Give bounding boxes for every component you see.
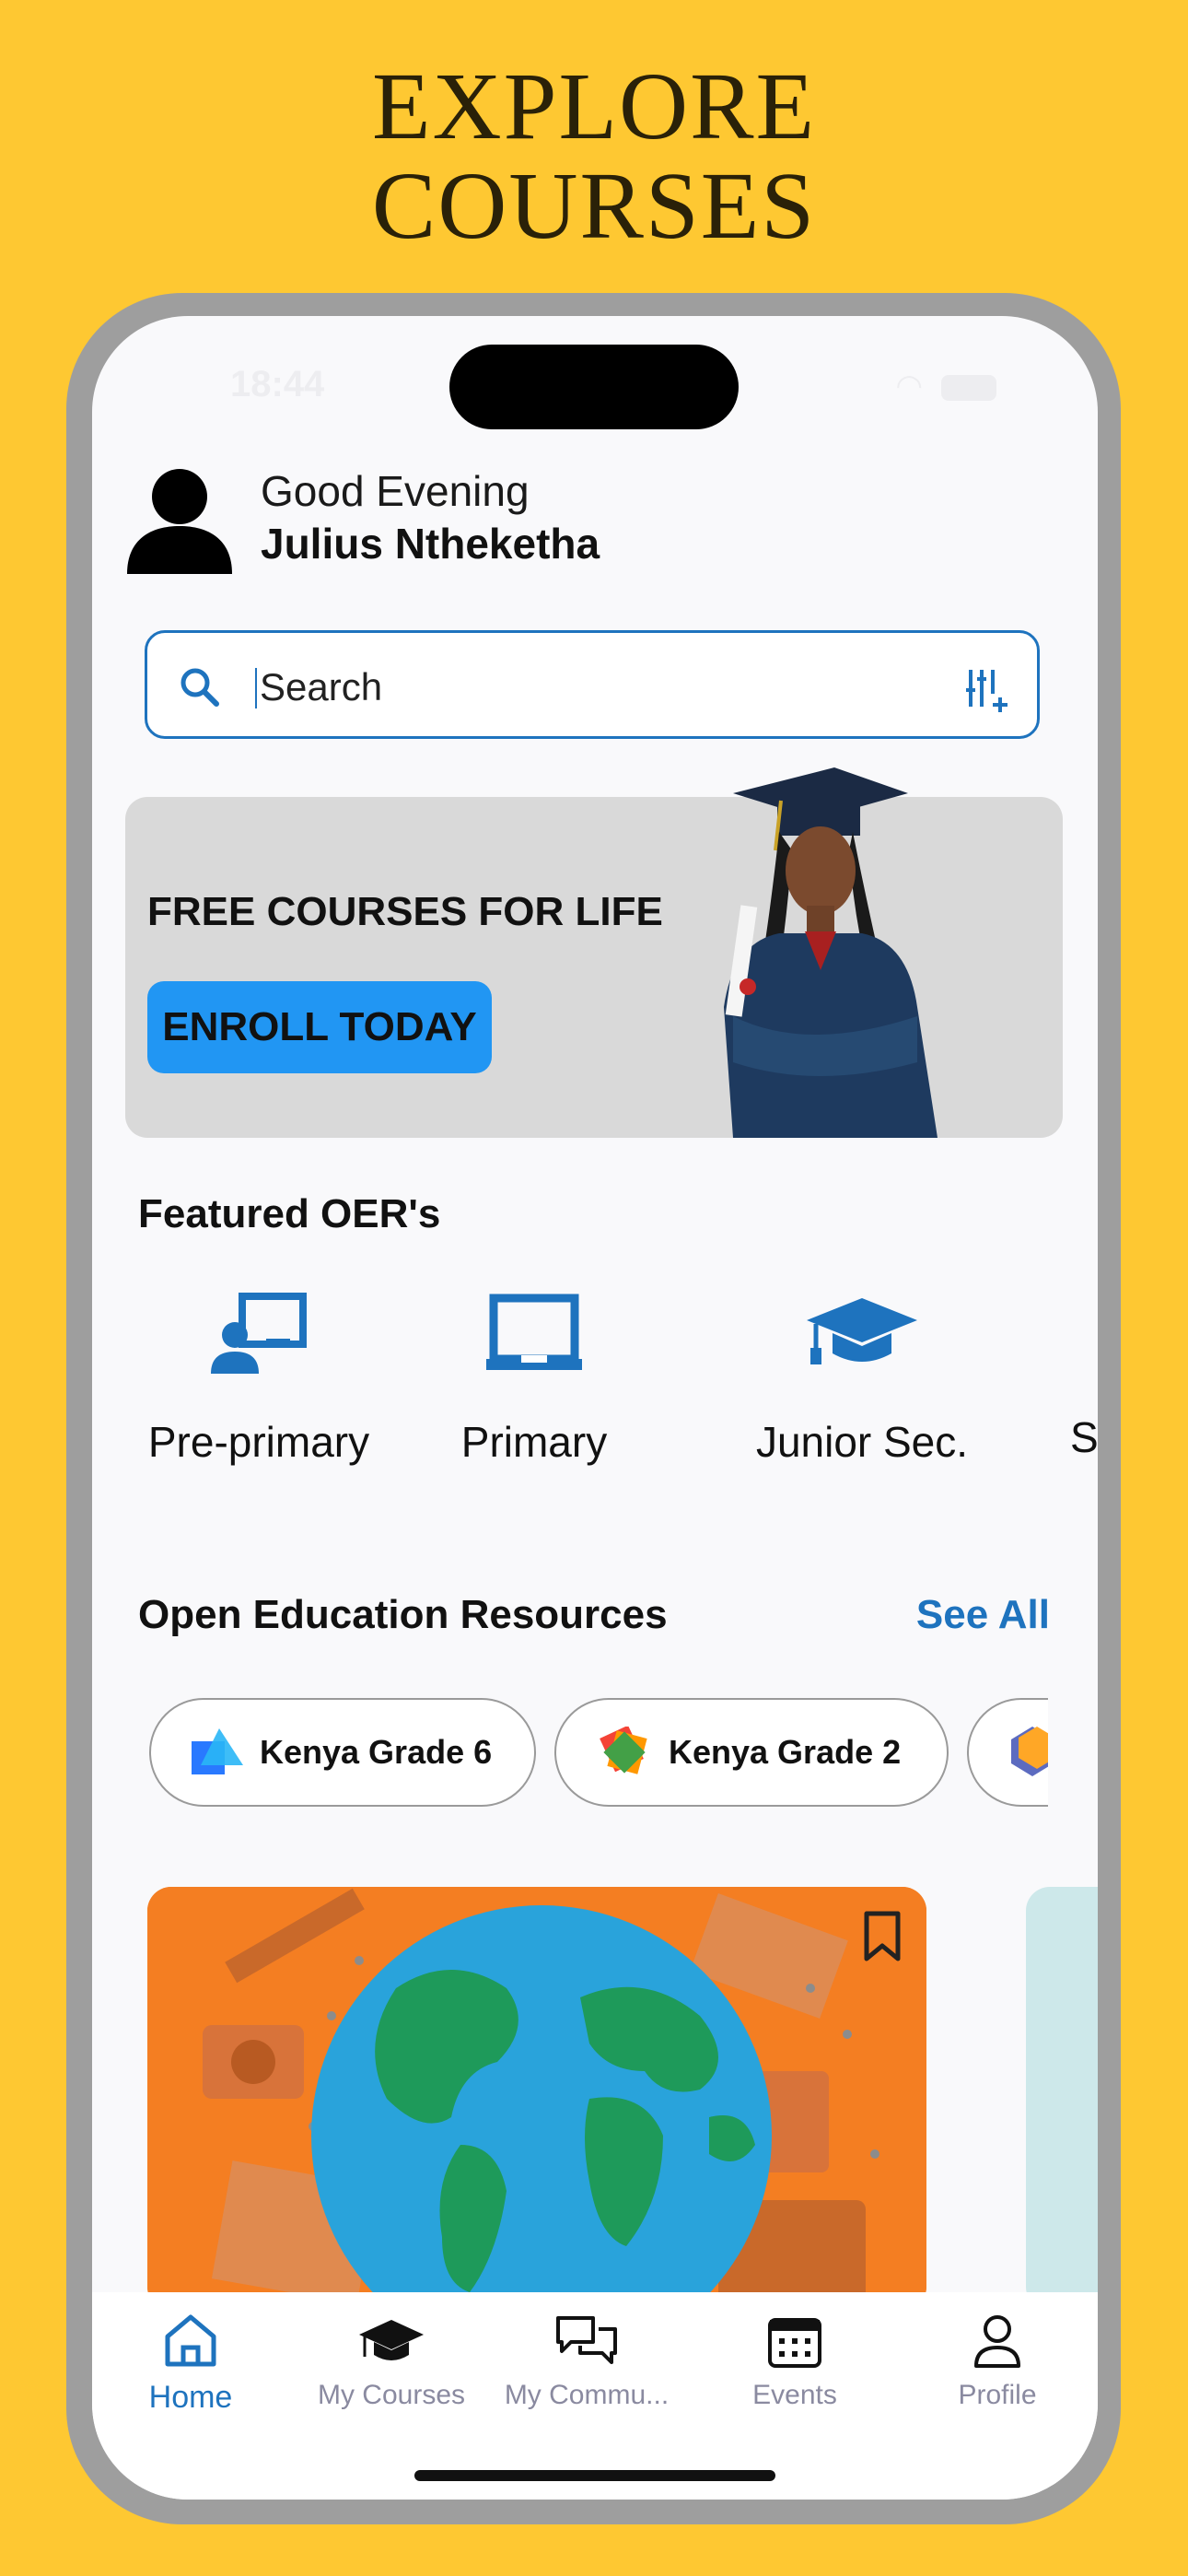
tab-my-courses[interactable]: My Courses xyxy=(299,2313,483,2411)
oer-junior-sec[interactable]: Junior Sec. xyxy=(737,1293,987,1467)
chip-kenya-grade-2[interactable]: Kenya Grade 2 xyxy=(554,1698,949,1807)
oer-label: Junior Sec. xyxy=(755,1418,969,1466)
oer-label: Pre-primary xyxy=(147,1418,370,1466)
tab-label: Events xyxy=(752,2380,837,2410)
phone-screen: 18:44 ◠ Good Evening Julius Ntheketha FR… xyxy=(92,316,1098,2500)
course-card-image xyxy=(147,1887,926,2311)
oer-label: S xyxy=(1070,1413,1098,1461)
resource-chips: Kenya Grade 6 Kenya Grade 2 xyxy=(147,1698,1048,1810)
color-cards-icon xyxy=(600,1727,647,1774)
tab-label: Profile xyxy=(958,2380,1037,2410)
tab-profile[interactable]: Profile xyxy=(905,2313,1089,2411)
resources-title: Open Education Resources xyxy=(138,1592,668,1637)
oer-label: Primary xyxy=(460,1418,608,1466)
page-headline: EXPLORE COURSES xyxy=(0,57,1188,256)
avatar[interactable] xyxy=(123,462,236,574)
tab-my-community[interactable]: My Commu... xyxy=(495,2313,679,2411)
search-bar[interactable] xyxy=(145,630,1040,739)
calendar-icon xyxy=(768,2318,821,2368)
tab-label: Home xyxy=(148,2380,233,2415)
search-input[interactable] xyxy=(258,661,925,714)
hexagon-icon xyxy=(1011,1727,1048,1776)
headline-line-2: COURSES xyxy=(371,153,817,259)
home-indicator[interactable] xyxy=(414,2470,775,2481)
oer-primary[interactable]: Primary xyxy=(428,1293,640,1467)
featured-title: Featured OER's xyxy=(138,1191,441,1236)
bottom-tab-bar: Home My Courses My Commu... Events Profi… xyxy=(92,2292,1098,2500)
oer-pre-primary[interactable]: Pre-primary xyxy=(138,1293,379,1467)
tab-events[interactable]: Events xyxy=(703,2313,887,2411)
chip-partial[interactable] xyxy=(967,1698,1048,1807)
tab-home[interactable]: Home xyxy=(99,2313,283,2416)
text-caret xyxy=(255,668,257,708)
promo-banner[interactable]: FREE COURSES FOR LIFE ENROLL TODAY xyxy=(125,767,1063,1138)
course-card-next[interactable] xyxy=(1026,1887,1098,2311)
see-all-link[interactable]: See All xyxy=(916,1592,1050,1638)
tab-label: My Commu... xyxy=(504,2380,670,2410)
chat-bubbles-icon xyxy=(556,2316,617,2364)
course-card[interactable] xyxy=(147,1887,926,2311)
chip-label: Kenya Grade 2 xyxy=(669,1733,902,1771)
home-icon xyxy=(165,2314,216,2367)
search-icon xyxy=(181,668,219,707)
laptop-icon xyxy=(486,1294,582,1370)
oer-senior-partial[interactable]: S xyxy=(1070,1293,1098,1462)
teacher-board-icon xyxy=(211,1293,307,1374)
graduation-cap-icon xyxy=(359,2320,424,2360)
chip-label: Kenya Grade 6 xyxy=(260,1733,493,1771)
filter-icon[interactable] xyxy=(963,666,1011,714)
shapes-icon xyxy=(192,1728,243,1774)
banner-title: FREE COURSES FOR LIFE xyxy=(147,889,663,934)
greeting-text: Good Evening xyxy=(261,467,530,515)
graduation-cap-icon xyxy=(807,1298,917,1364)
headline-line-1: EXPLORE xyxy=(372,53,816,159)
chip-kenya-grade-6[interactable]: Kenya Grade 6 xyxy=(149,1698,536,1807)
status-icons: ◠ xyxy=(895,368,996,404)
graduate-image xyxy=(724,767,938,1138)
status-time: 18:44 xyxy=(230,364,325,404)
battery-icon xyxy=(941,375,996,402)
tab-label: My Courses xyxy=(317,2380,466,2410)
user-name: Julius Ntheketha xyxy=(261,520,600,568)
bookmark-icon[interactable] xyxy=(864,1911,901,1962)
person-icon xyxy=(974,2315,1020,2368)
wifi-icon: ◠ xyxy=(895,369,923,404)
enroll-button[interactable]: ENROLL TODAY xyxy=(147,981,492,1073)
dynamic-island xyxy=(449,345,739,429)
